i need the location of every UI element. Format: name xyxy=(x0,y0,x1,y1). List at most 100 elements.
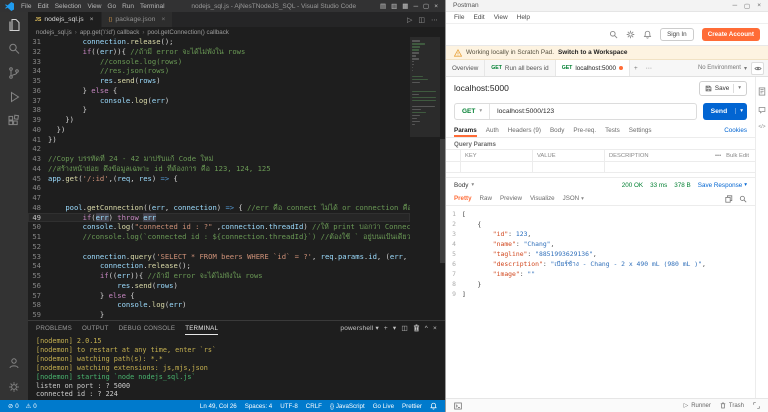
code-line[interactable]: 42 xyxy=(28,144,410,154)
sign-in-button[interactable]: Sign In xyxy=(660,28,694,41)
request-section-tab[interactable]: Pre-req. xyxy=(573,123,596,137)
scrollbar-thumb[interactable] xyxy=(440,139,445,264)
code-line[interactable]: 52 xyxy=(28,242,410,252)
breadcrumb-item[interactable]: app.get('/:id') callback xyxy=(80,29,139,36)
comments-icon[interactable] xyxy=(758,106,766,114)
menu-edit[interactable]: Edit xyxy=(473,14,484,21)
code-line[interactable]: 40 }) xyxy=(28,125,410,135)
maximize-icon[interactable]: ▢ xyxy=(423,2,429,10)
code-line[interactable]: 58 console.log(err) xyxy=(28,300,410,310)
split-editor-icon[interactable]: ◫ xyxy=(418,16,425,24)
code-editor[interactable]: 31 connection.release();32 if((err)){ //… xyxy=(28,37,445,320)
menu-file[interactable]: File xyxy=(18,3,34,10)
layout-panel-icon[interactable]: ▥ xyxy=(391,2,397,10)
maximize-icon[interactable]: ▢ xyxy=(744,2,750,10)
warning-count[interactable]: ⚠0 xyxy=(26,403,37,410)
statusbar-item[interactable]: Ln 49, Col 26 xyxy=(200,403,237,410)
search-response-icon[interactable] xyxy=(739,195,747,203)
code-line[interactable]: 37 console.log(err) xyxy=(28,96,410,106)
panel-tab-problems[interactable]: PROBLEMS xyxy=(36,321,72,335)
more-actions-icon[interactable]: ⋯ xyxy=(431,16,438,24)
code-line[interactable]: 47 xyxy=(28,193,410,203)
error-count[interactable]: ⊘0 xyxy=(8,403,19,410)
response-view-tab[interactable]: Pretty xyxy=(454,195,472,202)
method-selector[interactable]: GET▾ xyxy=(455,104,490,119)
documentation-icon[interactable] xyxy=(758,87,766,96)
editor-tab[interactable]: JSnodejs_sql.js× xyxy=(28,12,102,27)
environment-selector[interactable]: No Environment▾ xyxy=(694,60,751,76)
statusbar-item[interactable]: {} JavaScript xyxy=(330,403,365,410)
code-line[interactable]: 36 } else { xyxy=(28,86,410,96)
layout-sidebar-icon[interactable]: ▤ xyxy=(380,2,386,10)
minimize-icon[interactable]: ─ xyxy=(413,3,418,10)
menu-selection[interactable]: Selection xyxy=(52,3,85,10)
menu-edit[interactable]: Edit xyxy=(34,3,51,10)
settings-gear-icon[interactable] xyxy=(626,30,635,39)
terminal-shell-selector[interactable]: powershell▾ xyxy=(340,324,379,332)
panel-tab-debug-console[interactable]: DEBUG CONSOLE xyxy=(119,321,176,335)
layout-customize-icon[interactable]: ▦ xyxy=(402,2,408,10)
code-line[interactable]: 53 connection.query('SELECT * FROM beers… xyxy=(28,252,410,262)
code-line[interactable]: 56 res.send(rows) xyxy=(28,281,410,291)
params-empty-row[interactable] xyxy=(446,161,755,173)
code-line[interactable]: 54 connection.release(); xyxy=(28,261,410,271)
code-line[interactable]: 32 if((err)){ //ถ้ามี error จะได้ไม่พังใ… xyxy=(28,47,410,57)
expand-icon[interactable] xyxy=(753,402,760,409)
response-view-tab[interactable]: Visualize xyxy=(530,195,555,202)
code-line[interactable]: 39 }) xyxy=(28,115,410,125)
code-line[interactable]: 48 pool.getConnection((err, connection) … xyxy=(28,203,410,213)
close-tab-icon[interactable]: × xyxy=(87,16,94,23)
code-line[interactable]: 34 //res.json(rows) xyxy=(28,66,410,76)
split-terminal-icon[interactable]: ◫ xyxy=(401,324,407,332)
response-view-tab[interactable]: Raw xyxy=(480,195,492,202)
statusbar-item[interactable]: Prettier xyxy=(402,403,422,410)
editor-scrollbar[interactable] xyxy=(440,37,445,320)
menu-run[interactable]: Run xyxy=(119,3,137,10)
request-section-tab[interactable]: Headers (9) xyxy=(508,123,541,137)
menu-view[interactable]: View xyxy=(84,3,104,10)
value-input[interactable] xyxy=(532,162,604,172)
format-dropdown[interactable]: JSON▾ xyxy=(563,195,584,202)
run-debug-icon[interactable] xyxy=(7,90,21,104)
url-input[interactable]: localhost:5000/123 xyxy=(490,108,561,115)
menu-file[interactable]: File xyxy=(454,14,464,21)
close-panel-icon[interactable]: × xyxy=(433,325,437,332)
send-button[interactable]: Send▾ xyxy=(703,103,747,120)
request-section-tab[interactable]: Tests xyxy=(605,123,620,137)
search-icon[interactable] xyxy=(7,42,21,56)
menu-view[interactable]: View xyxy=(494,14,508,21)
request-tab-run-all-beers-id[interactable]: GETRun all beers id xyxy=(485,60,555,76)
request-section-tab[interactable]: Body xyxy=(550,123,564,137)
code-line[interactable]: 55 if((err)){ //ถ้ามี error จะได้ไม่พังใ… xyxy=(28,271,410,281)
status-badge[interactable]: 200 OK xyxy=(622,182,643,189)
statusbar-item[interactable]: UTF-8 xyxy=(280,403,298,410)
breadcrumb-item[interactable]: pool.getConnection() callback xyxy=(147,29,229,36)
environment-quick-look-button[interactable] xyxy=(751,62,764,75)
terminal-output[interactable]: [nodemon] 2.0.15[nodemon] to restart at … xyxy=(28,335,445,400)
request-tab-localhost-5000[interactable]: GETlocalhost:5000 xyxy=(556,60,630,76)
request-section-tab[interactable]: Auth xyxy=(486,123,499,137)
code-line[interactable]: 59 } xyxy=(28,310,410,320)
response-size[interactable]: 378 B xyxy=(674,182,690,189)
code-line[interactable]: 45app.get('/:id',(req, res) => { xyxy=(28,174,410,184)
menu-terminal[interactable]: Terminal xyxy=(137,3,168,10)
code-line[interactable]: 43//Copy บรรทัดที่ 24 - 42 มาปรับแก้ Cod… xyxy=(28,154,410,164)
switch-workspace-link[interactable]: Switch to a Workspace xyxy=(558,49,628,56)
key-input[interactable] xyxy=(460,162,532,172)
code-line[interactable]: 38 } xyxy=(28,105,410,115)
settings-gear-icon[interactable] xyxy=(7,380,21,394)
account-icon[interactable] xyxy=(7,356,21,370)
statusbar-item[interactable]: Spaces: 4 xyxy=(245,403,273,410)
panel-tab-terminal[interactable]: TERMINAL xyxy=(185,321,218,335)
terminal-dropdown-icon[interactable]: ▾ xyxy=(393,324,396,332)
code-line[interactable]: 57 } else { xyxy=(28,291,410,301)
cookies-link[interactable]: Cookies xyxy=(724,127,747,134)
menu-go[interactable]: Go xyxy=(104,3,119,10)
code-line[interactable]: 44//สร้างหน้าย่อย ดึงข้อมูลเฉพาะ id ที่ต… xyxy=(28,164,410,174)
close-tab-icon[interactable]: × xyxy=(158,16,165,23)
code-lines[interactable]: 31 connection.release();32 if((err)){ //… xyxy=(28,37,410,320)
save-button[interactable]: Save ▾ xyxy=(699,81,747,96)
request-section-tab[interactable]: Settings xyxy=(629,123,652,137)
column-options-icon[interactable]: ••• xyxy=(715,153,721,159)
code-line[interactable]: 41}) xyxy=(28,135,410,145)
